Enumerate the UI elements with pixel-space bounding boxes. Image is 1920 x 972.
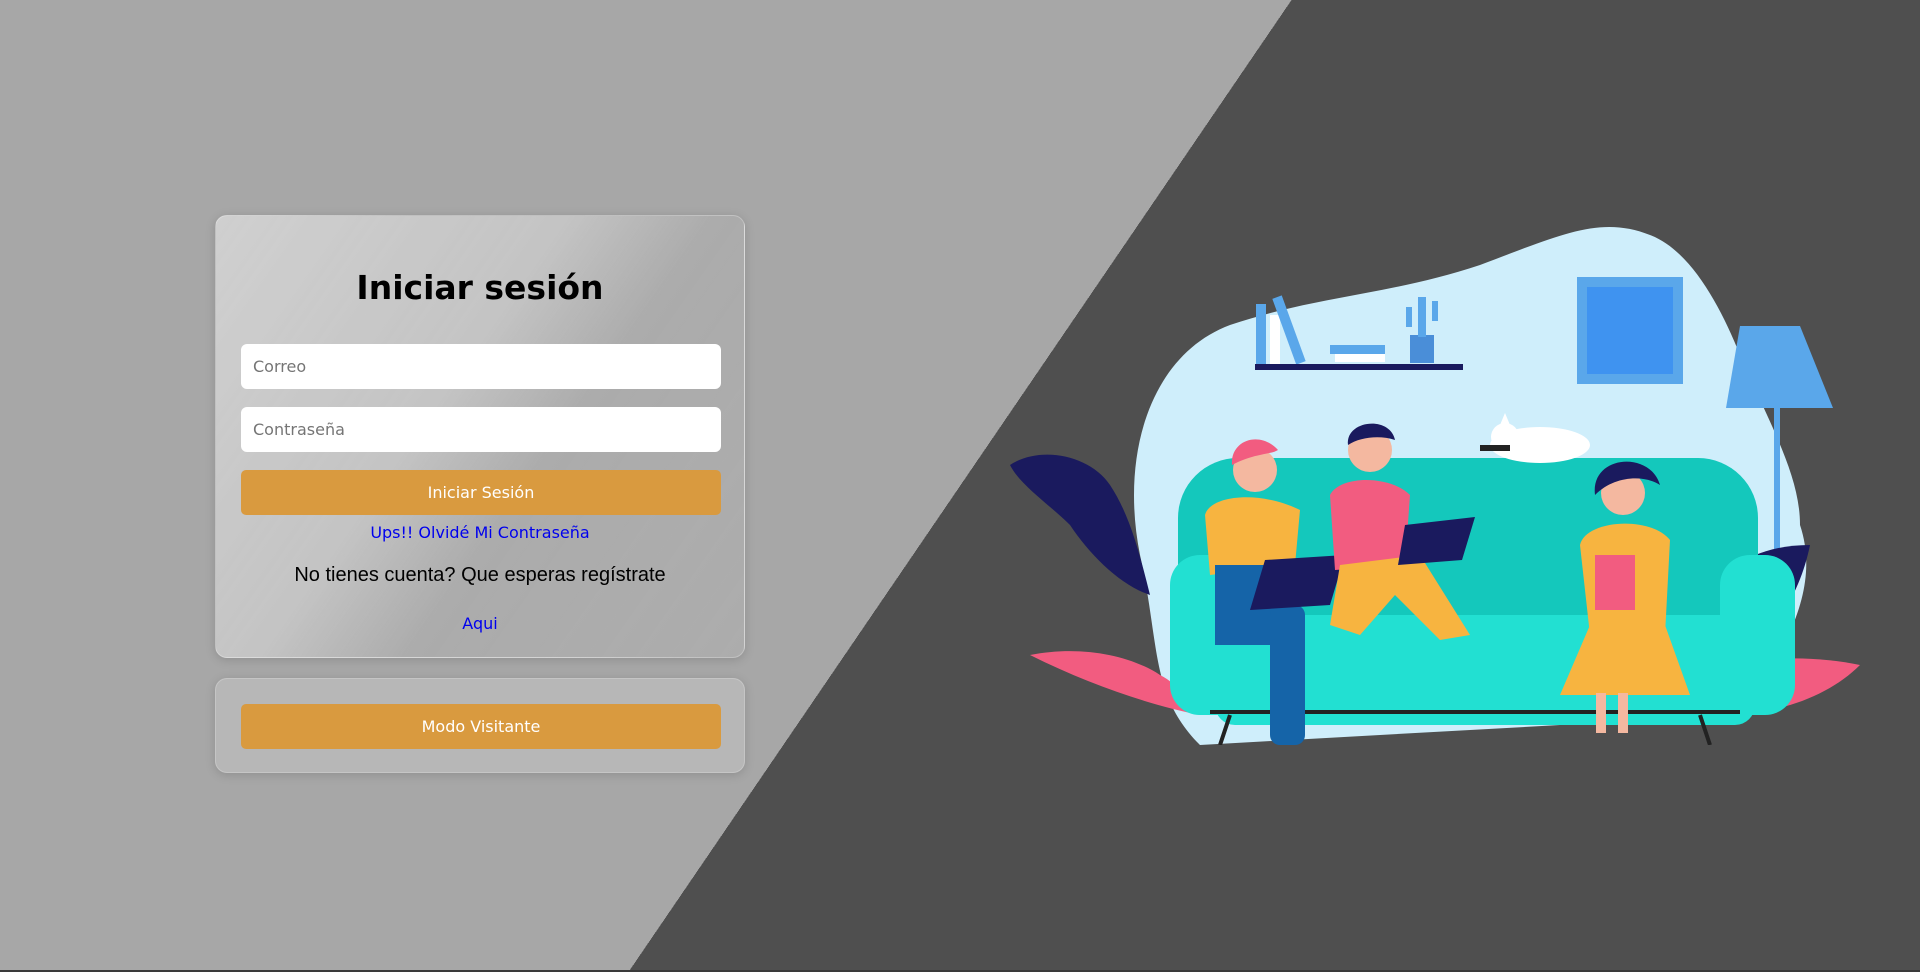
email-field[interactable] (241, 344, 721, 389)
living-room-illustration (1010, 226, 1860, 745)
visitor-mode-button[interactable]: Modo Visitante (241, 704, 721, 749)
login-title: Iniciar sesión (356, 268, 604, 307)
forgot-password-link[interactable]: Ups!! Olvidé Mi Contraseña (216, 523, 744, 542)
login-button[interactable]: Iniciar Sesión (241, 470, 721, 515)
login-card: Iniciar sesión Iniciar Sesión Ups!! Olvi… (215, 215, 745, 658)
register-link[interactable]: Aqui (216, 614, 744, 633)
leaf-left-dark (1010, 454, 1150, 595)
password-field[interactable] (241, 407, 721, 452)
visitor-card: Modo Visitante (215, 678, 745, 773)
register-prompt-text: No tienes cuenta? Que esperas regístrate (294, 564, 666, 586)
